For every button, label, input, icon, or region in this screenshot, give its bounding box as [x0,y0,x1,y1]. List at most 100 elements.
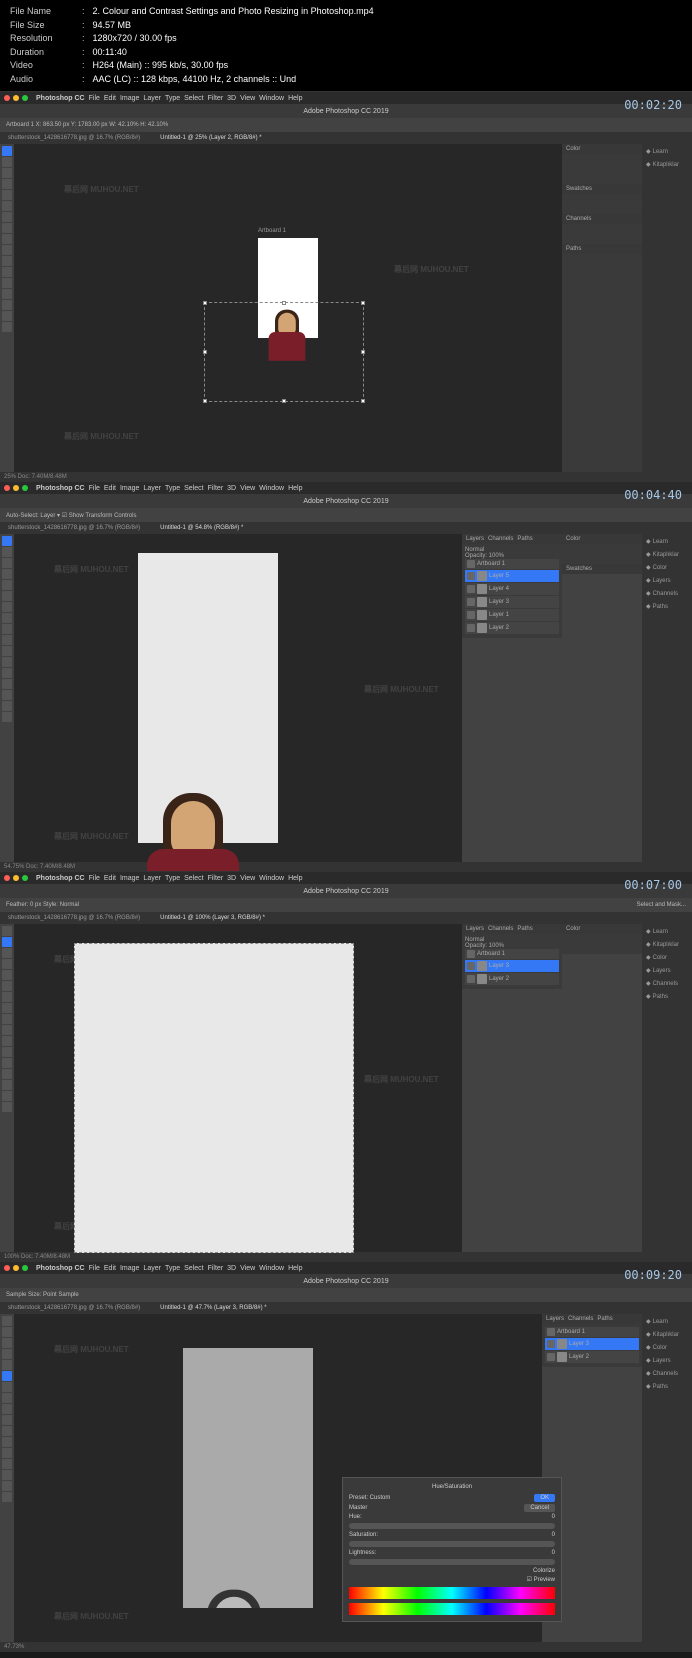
transform-box[interactable] [204,302,364,402]
color-panel[interactable] [562,544,642,564]
menu-3d[interactable]: 3D [227,485,236,492]
menu-layer[interactable]: Layer [143,1265,161,1272]
eyedropper-tool-icon[interactable] [2,1371,12,1381]
canvas-area[interactable]: 幕后网 MUHOU.NET 幕后网 MUHOU.NET 幕后网 MUHOU.NE… [14,144,562,472]
panel-paths[interactable]: Paths [597,1316,612,1322]
options-bar[interactable]: Auto-Select: Layer ▾ ☑ Show Transform Co… [0,508,692,522]
canvas-area[interactable]: 幕后网 MUHOU.NET 幕后网 MUHOU.NET 幕后网 MUHOU.NE… [14,924,462,1252]
swatches-panel[interactable] [562,194,642,214]
eraser-tool-icon[interactable] [2,1404,12,1414]
dock-kitaplik[interactable]: ◆Kitaplıklar [646,941,679,948]
app-name[interactable]: Photoshop CC [36,1265,85,1272]
options-bar[interactable]: Feather: 0 px Style: NormalSelect and Ma… [0,898,692,912]
menu-3d[interactable]: 3D [227,1265,236,1272]
layers-panel-float[interactable]: Layers Channels Paths Normal Opacity: 10… [462,534,562,862]
dock-learn[interactable]: ◆Learn [646,1318,668,1325]
dock-channels[interactable]: ◆Channels [646,1370,678,1377]
tab-untitled[interactable]: Untitled-1 @ 47.7% (Layer 3, RGB/8#) * [156,1305,270,1311]
visibility-icon[interactable] [467,624,475,632]
menu-image[interactable]: Image [120,485,139,492]
blur-tool-icon[interactable] [2,1426,12,1436]
brush-tool-icon[interactable] [2,1382,12,1392]
eyedropper-tool-icon[interactable] [2,591,12,601]
lasso-tool-icon[interactable] [2,948,12,958]
app-name[interactable]: Photoshop CC [36,875,85,882]
layer-artboard[interactable]: Artboard 1 [545,1327,639,1337]
menu-window[interactable]: Window [259,875,284,882]
visibility-icon[interactable] [467,598,475,606]
toolbox[interactable] [0,144,14,472]
layers-panel-float[interactable]: Layers Channels Paths Normal Opacity: 10… [462,924,562,1252]
menu-select[interactable]: Select [184,1265,203,1272]
document-tabs[interactable]: shutterstock_1428616778.jpg @ 16.7% (RGB… [0,132,692,144]
menu-file[interactable]: File [89,1265,100,1272]
select-mask-button[interactable]: Select and Mask... [637,902,686,908]
menu-view[interactable]: View [240,95,255,102]
app-name[interactable]: Photoshop CC [36,95,85,102]
panel-layers[interactable]: Layers [466,536,484,542]
dock-color[interactable]: ◆Color [646,1344,667,1351]
window-controls[interactable] [4,95,28,101]
menu-image[interactable]: Image [120,95,139,102]
dock-layers[interactable]: ◆Layers [646,577,671,584]
zoom-tool-icon[interactable] [2,1492,12,1502]
dock-learn[interactable]: ◆Learn [646,148,668,155]
lightness-slider[interactable] [349,1559,555,1565]
clone-tool-icon[interactable] [2,223,12,233]
menu-edit[interactable]: Edit [104,485,116,492]
layer-3[interactable]: Layer 3 [465,960,559,972]
menu-view[interactable]: View [240,1265,255,1272]
eraser-tool-icon[interactable] [2,234,12,244]
panel-swatches[interactable]: Swatches [566,186,592,192]
app-name[interactable]: Photoshop CC [36,485,85,492]
visibility-icon[interactable] [467,560,475,568]
mac-menubar[interactable]: Photoshop CC File Edit Image Layer Type … [0,872,692,884]
menu-select[interactable]: Select [184,485,203,492]
shape-tool-icon[interactable] [2,300,12,310]
visibility-icon[interactable] [547,1340,555,1348]
menu-view[interactable]: View [240,875,255,882]
marquee-tool-icon[interactable] [2,937,12,947]
clone-tool-icon[interactable] [2,1003,12,1013]
tab-shutterstock[interactable]: shutterstock_1428616778.jpg @ 16.7% (RGB… [4,1305,144,1311]
artboard[interactable]: Artboard 1 [74,943,354,1253]
colorize-checkbox[interactable]: Colorize [533,1568,555,1574]
layer-4[interactable]: Layer 4 [465,583,559,595]
panel-channels[interactable]: Channels [488,926,513,932]
visibility-icon[interactable] [467,950,475,958]
dock-learn[interactable]: ◆Learn [646,538,668,545]
menu-select[interactable]: Select [184,875,203,882]
zoom-tool-icon[interactable] [2,1102,12,1112]
gradient-tool-icon[interactable] [2,245,12,255]
hue-slider[interactable] [349,1523,555,1529]
menu-help[interactable]: Help [288,875,302,882]
menu-type[interactable]: Type [165,95,180,102]
menu-image[interactable]: Image [120,875,139,882]
menu-layer[interactable]: Layer [143,95,161,102]
tab-shutterstock[interactable]: shutterstock_1428616778.jpg @ 16.7% (RGB… [4,915,144,921]
menu-window[interactable]: Window [259,95,284,102]
shape-tool-icon[interactable] [2,690,12,700]
crop-tool-icon[interactable] [2,190,12,200]
path-tool-icon[interactable] [2,1459,12,1469]
lasso-tool-icon[interactable] [2,558,12,568]
dock-kitaplik[interactable]: ◆Kitaplıklar [646,1331,679,1338]
dock-learn[interactable]: ◆Learn [646,928,668,935]
clone-tool-icon[interactable] [2,1393,12,1403]
wand-tool-icon[interactable] [2,959,12,969]
eraser-tool-icon[interactable] [2,624,12,634]
crop-tool-icon[interactable] [2,1360,12,1370]
lasso-tool-icon[interactable] [2,1338,12,1348]
blur-tool-icon[interactable] [2,256,12,266]
path-tool-icon[interactable] [2,679,12,689]
window-controls[interactable] [4,875,28,881]
paths-panel[interactable] [562,254,642,472]
menu-filter[interactable]: Filter [208,95,224,102]
path-tool-icon[interactable] [2,1069,12,1079]
panel-channels[interactable]: Channels [488,536,513,542]
dock-layers[interactable]: ◆Layers [646,1357,671,1364]
menu-file[interactable]: File [89,95,100,102]
menu-layer[interactable]: Layer [143,485,161,492]
visibility-icon[interactable] [467,572,475,580]
pen-tool-icon[interactable] [2,1437,12,1447]
